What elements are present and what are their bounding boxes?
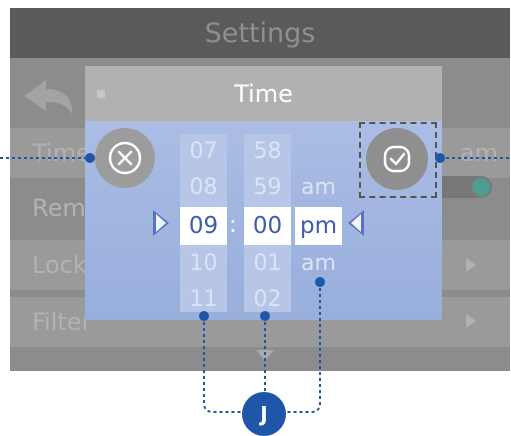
check-circle-icon bbox=[383, 145, 411, 173]
hour-option[interactable]: 11 bbox=[180, 284, 227, 316]
hour-option[interactable]: 08 bbox=[180, 172, 227, 204]
selection-marker-right-icon bbox=[348, 210, 364, 236]
chevron-right-icon bbox=[466, 258, 476, 272]
scroll-down-icon[interactable] bbox=[256, 350, 274, 361]
hour-option[interactable]: 07 bbox=[180, 136, 227, 168]
minute-option[interactable]: 02 bbox=[244, 284, 291, 316]
selected-minute[interactable]: 00 bbox=[244, 207, 291, 245]
callout-badge: J bbox=[242, 392, 286, 436]
selected-hour[interactable]: 09 bbox=[180, 207, 227, 245]
period-option[interactable]: am bbox=[295, 172, 342, 204]
toggle-knob bbox=[472, 178, 490, 196]
row-value-time: am bbox=[459, 139, 498, 167]
period-option[interactable]: am bbox=[295, 248, 342, 280]
chevron-right-icon bbox=[466, 314, 476, 328]
dialog-title-bar: Time bbox=[85, 66, 442, 121]
selection-marker-left-icon bbox=[153, 210, 169, 236]
row-label-filter: Filter bbox=[32, 308, 92, 336]
confirm-button[interactable] bbox=[366, 128, 428, 190]
minute-option[interactable]: 58 bbox=[244, 136, 291, 168]
cancel-button[interactable] bbox=[95, 128, 155, 188]
selected-period[interactable]: pm bbox=[295, 207, 342, 245]
minute-option[interactable]: 01 bbox=[244, 248, 291, 280]
row-label-time: Time bbox=[32, 139, 91, 167]
back-arrow-icon[interactable] bbox=[20, 78, 76, 116]
settings-title: Settings bbox=[10, 8, 510, 58]
title-dot-icon bbox=[97, 90, 105, 98]
hour-option[interactable]: 10 bbox=[180, 248, 227, 280]
minute-option[interactable]: 59 bbox=[244, 172, 291, 204]
dialog-title: Time bbox=[234, 80, 293, 108]
time-separator: : bbox=[229, 212, 237, 238]
close-circle-icon bbox=[108, 141, 142, 175]
row-label-lock: Lock bbox=[32, 251, 87, 279]
row-label-reminder: Rem bbox=[32, 194, 86, 222]
